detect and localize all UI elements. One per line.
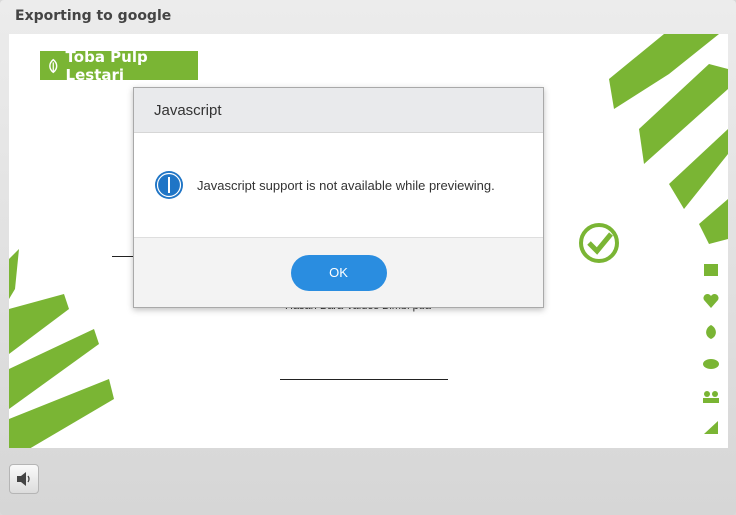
leaf-decoration-left bbox=[9, 249, 114, 448]
dialog-title: Javascript bbox=[134, 88, 543, 133]
speaker-icon bbox=[17, 472, 30, 486]
dialog-footer: OK bbox=[134, 237, 543, 307]
logo-text: Toba Pulp Lestari bbox=[65, 47, 148, 84]
check-badge-icon bbox=[579, 223, 619, 263]
handshake-icon bbox=[703, 359, 719, 369]
info-icon bbox=[155, 171, 183, 199]
growth-chart-icon bbox=[704, 421, 718, 434]
window-title: Exporting to google bbox=[15, 8, 172, 24]
shirt-icon bbox=[704, 264, 718, 276]
audio-toggle-button[interactable] bbox=[9, 464, 39, 494]
dialog-message: Javascript support is not available whil… bbox=[197, 177, 495, 193]
plant-icon bbox=[706, 325, 716, 339]
javascript-alert-dialog: Javascript Javascript support is not ava… bbox=[133, 87, 544, 308]
underline-bottom bbox=[280, 379, 448, 380]
leaf-logo-icon bbox=[49, 58, 58, 73]
leaf-decoration-right bbox=[609, 34, 728, 244]
preview-window: Exporting to google Toba Pulp Lestari Ha… bbox=[0, 0, 736, 515]
dialog-body: Javascript support is not available whil… bbox=[134, 133, 543, 237]
people-icon bbox=[703, 391, 719, 403]
ok-button[interactable]: OK bbox=[290, 254, 387, 291]
company-logo: Toba Pulp Lestari bbox=[40, 48, 198, 84]
heart-icon bbox=[703, 293, 719, 308]
